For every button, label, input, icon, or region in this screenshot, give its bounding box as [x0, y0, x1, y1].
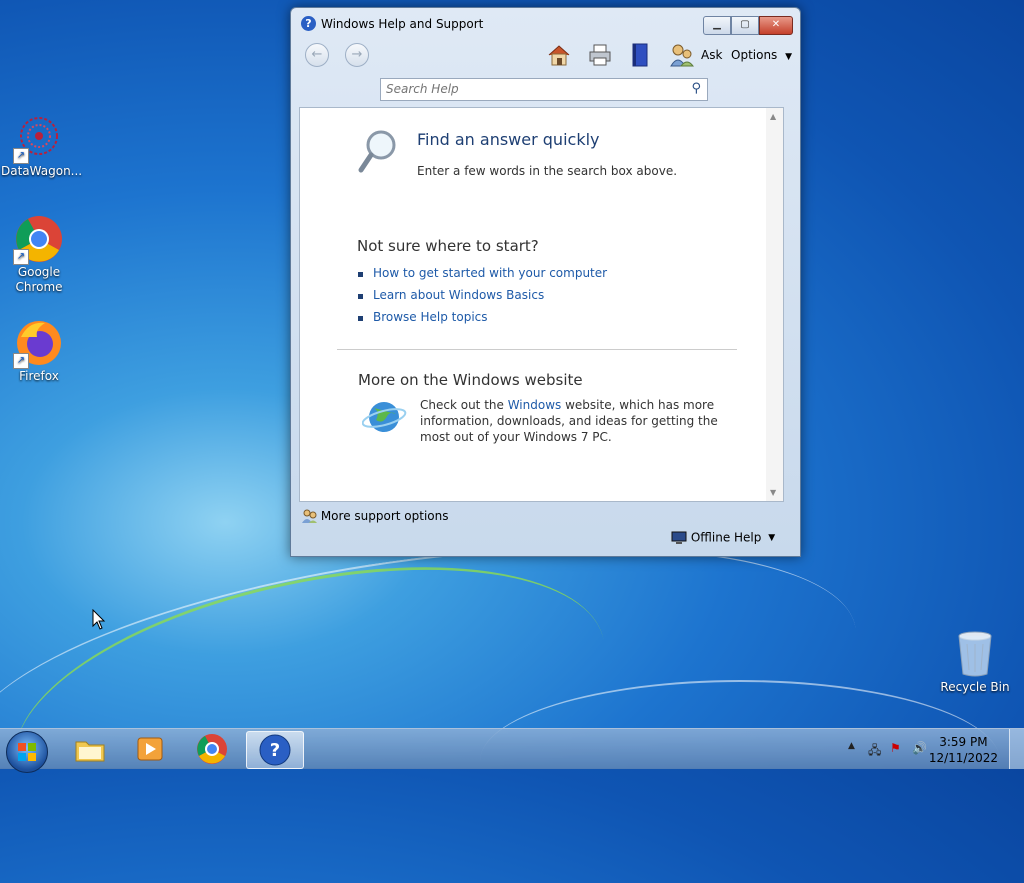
help-window: ? Windows Help and Support ▁ ▢ ✕ ← → Ask…: [290, 7, 801, 557]
vertical-scrollbar[interactable]: ▲ ▼: [766, 108, 783, 501]
start-button[interactable]: [6, 731, 48, 773]
dropdown-arrow-icon: ▼: [768, 532, 776, 543]
search-icon[interactable]: ⚲: [691, 81, 701, 96]
shortcut-arrow-icon: ↗: [13, 249, 29, 265]
toolbar: ← → Ask Options ▼: [297, 38, 794, 76]
find-answer-description: Enter a few words in the search box abov…: [417, 164, 678, 178]
options-button[interactable]: Options ▼: [731, 48, 792, 62]
help-icon: ?: [259, 734, 291, 766]
svg-text:?: ?: [270, 740, 280, 761]
home-icon[interactable]: [546, 42, 572, 68]
forward-button[interactable]: →: [345, 43, 369, 67]
bullet: [358, 272, 363, 277]
globe-icon: [362, 402, 407, 432]
taskbar-help-and-support[interactable]: ?: [246, 731, 304, 769]
desktop-icon-firefox[interactable]: ↗ Firefox: [1, 319, 77, 384]
bullet: [358, 294, 363, 299]
search-box: ⚲: [380, 78, 708, 101]
help-icon: ?: [301, 16, 316, 31]
windows-website-description: Check out the Windows website, which has…: [420, 397, 720, 445]
browse-help-icon[interactable]: [627, 42, 653, 68]
window-title: Windows Help and Support: [321, 17, 484, 31]
title-bar[interactable]: ? Windows Help and Support ▁ ▢ ✕: [291, 8, 800, 38]
clock[interactable]: 3:59 PM 12/11/2022: [929, 734, 998, 766]
back-button[interactable]: ←: [305, 43, 329, 67]
system-tray: ▲ 🖧 ⚑ 🔊 3:59 PM 12/11/2022: [834, 729, 1024, 769]
dropdown-arrow-icon: ▼: [785, 52, 793, 62]
windows-logo-icon: [18, 743, 36, 761]
more-support-label: More support options: [320, 509, 449, 523]
divider: [337, 349, 737, 350]
website-text-pre: Check out the: [420, 398, 508, 412]
datawagon-icon: ↗: [13, 114, 63, 164]
clock-time: 3:59 PM: [939, 735, 988, 749]
close-button[interactable]: ✕: [759, 16, 793, 35]
help-content-pane: Find an answer quickly Enter a few words…: [299, 107, 784, 502]
desktop-icon-chrome[interactable]: ↗ Google Chrome: [1, 215, 77, 295]
offline-help-label: Offline Help: [690, 530, 762, 545]
desktop-icon-label: DataWagon...: [1, 164, 83, 178]
windows-website-heading: More on the Windows website: [358, 371, 583, 389]
desktop-icon-label: Firefox: [19, 369, 59, 383]
maximize-button[interactable]: ▢: [731, 16, 759, 35]
not-sure-heading: Not sure where to start?: [357, 237, 539, 255]
taskbar-media-player[interactable]: [122, 731, 178, 767]
firefox-icon: ↗: [13, 319, 63, 369]
taskbar-chrome[interactable]: [184, 731, 240, 767]
chrome-icon: ↗: [13, 215, 63, 265]
desktop-icon-datawagon[interactable]: ↗ DataWagon...: [1, 114, 83, 179]
minimize-button[interactable]: ▁: [703, 16, 731, 35]
scroll-up-arrow-icon[interactable]: ▲: [770, 112, 776, 121]
link-browse-help[interactable]: Browse Help topics: [373, 310, 488, 324]
chrome-icon: [197, 734, 227, 764]
shortcut-arrow-icon: ↗: [13, 353, 29, 369]
scroll-down-arrow-icon[interactable]: ▼: [770, 488, 776, 497]
support-people-icon: [302, 509, 317, 523]
ask-icon[interactable]: [669, 42, 695, 68]
action-center-icon[interactable]: ⚑: [890, 741, 901, 755]
desktop-icon-label: Recycle Bin: [940, 680, 1010, 694]
taskbar: ? ▲ 🖧 ⚑ 🔊 3:59 PM 12/11/2022: [0, 728, 1024, 773]
volume-icon[interactable]: 🔊: [912, 741, 927, 755]
find-answer-heading: Find an answer quickly: [417, 130, 600, 149]
mouse-cursor-icon: [92, 609, 106, 630]
folder-icon: [75, 741, 105, 762]
desktop-icon-recycle-bin[interactable]: Recycle Bin: [937, 630, 1013, 695]
taskbar-explorer[interactable]: [62, 731, 118, 767]
link-get-started[interactable]: How to get started with your computer: [373, 266, 607, 280]
offline-computer-icon: [671, 531, 687, 544]
offline-help-button[interactable]: Offline Help ▼: [671, 530, 775, 545]
link-windows-basics[interactable]: Learn about Windows Basics: [373, 288, 544, 302]
show-desktop-button[interactable]: [1009, 729, 1024, 769]
media-player-icon: [137, 737, 163, 761]
print-icon[interactable]: [587, 42, 613, 68]
show-hidden-icons-icon[interactable]: ▲: [848, 741, 855, 751]
network-icon[interactable]: 🖧: [868, 741, 881, 762]
recycle-bin-icon: [951, 630, 999, 678]
clock-date: 12/11/2022: [928, 751, 998, 765]
more-support-button[interactable]: More support options: [301, 508, 448, 524]
shortcut-arrow-icon: ↗: [13, 148, 29, 164]
magnifier-icon: [358, 130, 396, 173]
desktop-icon-label: Google Chrome: [15, 265, 63, 294]
options-label: Options: [731, 48, 778, 62]
bullet: [358, 316, 363, 321]
ask-button[interactable]: Ask: [701, 48, 722, 62]
search-input[interactable]: [381, 79, 676, 98]
windows-website-link[interactable]: Windows: [508, 398, 562, 412]
